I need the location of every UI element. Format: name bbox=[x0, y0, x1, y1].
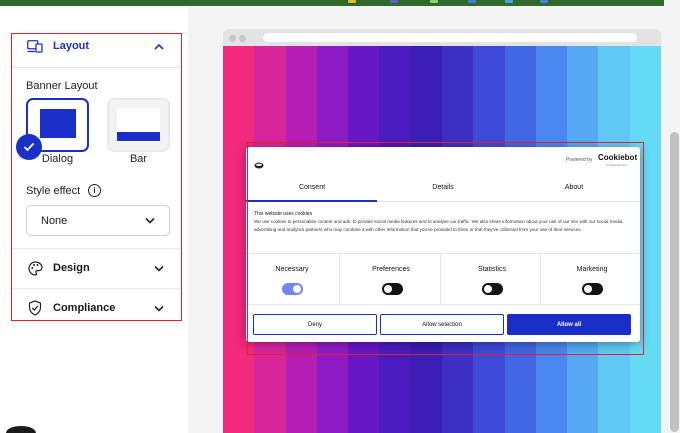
preview-url-bar bbox=[263, 33, 637, 42]
page-scrollbar-thumb[interactable] bbox=[670, 132, 679, 432]
cookie-logo-icon bbox=[254, 156, 264, 169]
toggle-preferences[interactable] bbox=[382, 283, 403, 295]
preview-window-chrome bbox=[223, 29, 661, 46]
toggle-statistics[interactable] bbox=[482, 283, 503, 295]
chat-widget-icon[interactable] bbox=[6, 426, 36, 433]
cookiebot-logo-subtitle: by Usercentrics bbox=[606, 163, 627, 167]
selected-check-icon bbox=[16, 134, 42, 160]
tab-details[interactable]: Details bbox=[377, 184, 509, 191]
category-separator bbox=[440, 253, 441, 304]
window-dot-icon bbox=[229, 35, 236, 42]
category-separator bbox=[339, 253, 340, 304]
layout-option-bar-label: Bar bbox=[129, 153, 148, 165]
bar-preview-icon bbox=[117, 132, 160, 141]
tab-favicon-icon bbox=[430, 0, 438, 3]
tab-favicon-icon bbox=[505, 0, 513, 3]
layout-section-header[interactable]: Layout bbox=[12, 27, 180, 65]
layout-section-label: Layout bbox=[53, 40, 90, 52]
style-effect-select[interactable]: None bbox=[26, 205, 170, 236]
toggle-necessary[interactable] bbox=[282, 283, 303, 295]
compliance-section-label: Compliance bbox=[53, 302, 116, 314]
toggle-knob bbox=[384, 285, 392, 293]
chevron-down-icon[interactable] bbox=[152, 261, 166, 275]
palette-icon bbox=[26, 259, 44, 277]
window-dot-icon bbox=[239, 35, 246, 42]
chevron-down-icon bbox=[145, 215, 155, 227]
chevron-down-icon[interactable] bbox=[152, 301, 166, 315]
layout-option-bar[interactable] bbox=[107, 98, 170, 152]
category-separator bbox=[540, 253, 541, 304]
compliance-section-header[interactable]: Compliance bbox=[12, 289, 180, 327]
style-effect-value: None bbox=[41, 214, 68, 227]
tab-consent[interactable]: Consent bbox=[246, 184, 378, 191]
toggle-knob bbox=[293, 285, 301, 293]
design-section-label: Design bbox=[53, 262, 90, 274]
deny-button[interactable]: Deny bbox=[253, 314, 377, 335]
style-effect-label: Style effect bbox=[26, 185, 81, 197]
tab-favicon-icon bbox=[390, 0, 398, 3]
cookie-consent-dialog bbox=[246, 147, 640, 342]
consent-title: This website uses cookies bbox=[254, 211, 313, 217]
tab-favicon-icon bbox=[540, 0, 548, 3]
consent-body-text: We use cookies to personalise content an… bbox=[254, 219, 624, 232]
category-divider bbox=[246, 253, 640, 254]
category-necessary-label: Necessary bbox=[275, 266, 309, 273]
tab-favicon-icon bbox=[468, 0, 476, 3]
category-marketing-label: Marketing bbox=[576, 266, 608, 273]
design-section-header[interactable]: Design bbox=[12, 249, 180, 287]
layout-icon bbox=[26, 37, 44, 55]
toggle-knob bbox=[484, 285, 492, 293]
chevron-up-icon[interactable] bbox=[152, 39, 166, 53]
banner-layout-label: Banner Layout bbox=[26, 80, 98, 92]
allow-selection-button[interactable]: Allow selection bbox=[380, 314, 504, 335]
toggle-knob bbox=[584, 285, 592, 293]
category-divider bbox=[246, 304, 640, 305]
category-statistics-label: Statistics bbox=[477, 266, 506, 273]
allow-all-button[interactable]: Allow all bbox=[507, 314, 631, 335]
tab-favicon-icon bbox=[348, 0, 356, 3]
dialog-preview-icon bbox=[40, 109, 76, 138]
shield-check-icon bbox=[26, 299, 44, 317]
toggle-marketing[interactable] bbox=[582, 283, 603, 295]
info-icon[interactable]: i bbox=[88, 184, 101, 197]
category-preferences-label: Preferences bbox=[372, 266, 410, 273]
powered-by-text: Powered by bbox=[566, 157, 593, 163]
active-tab-indicator bbox=[246, 200, 377, 202]
section-divider bbox=[12, 67, 180, 68]
cookiebot-logo: Cookiebot bbox=[598, 153, 638, 162]
tab-about[interactable]: About bbox=[508, 184, 640, 191]
